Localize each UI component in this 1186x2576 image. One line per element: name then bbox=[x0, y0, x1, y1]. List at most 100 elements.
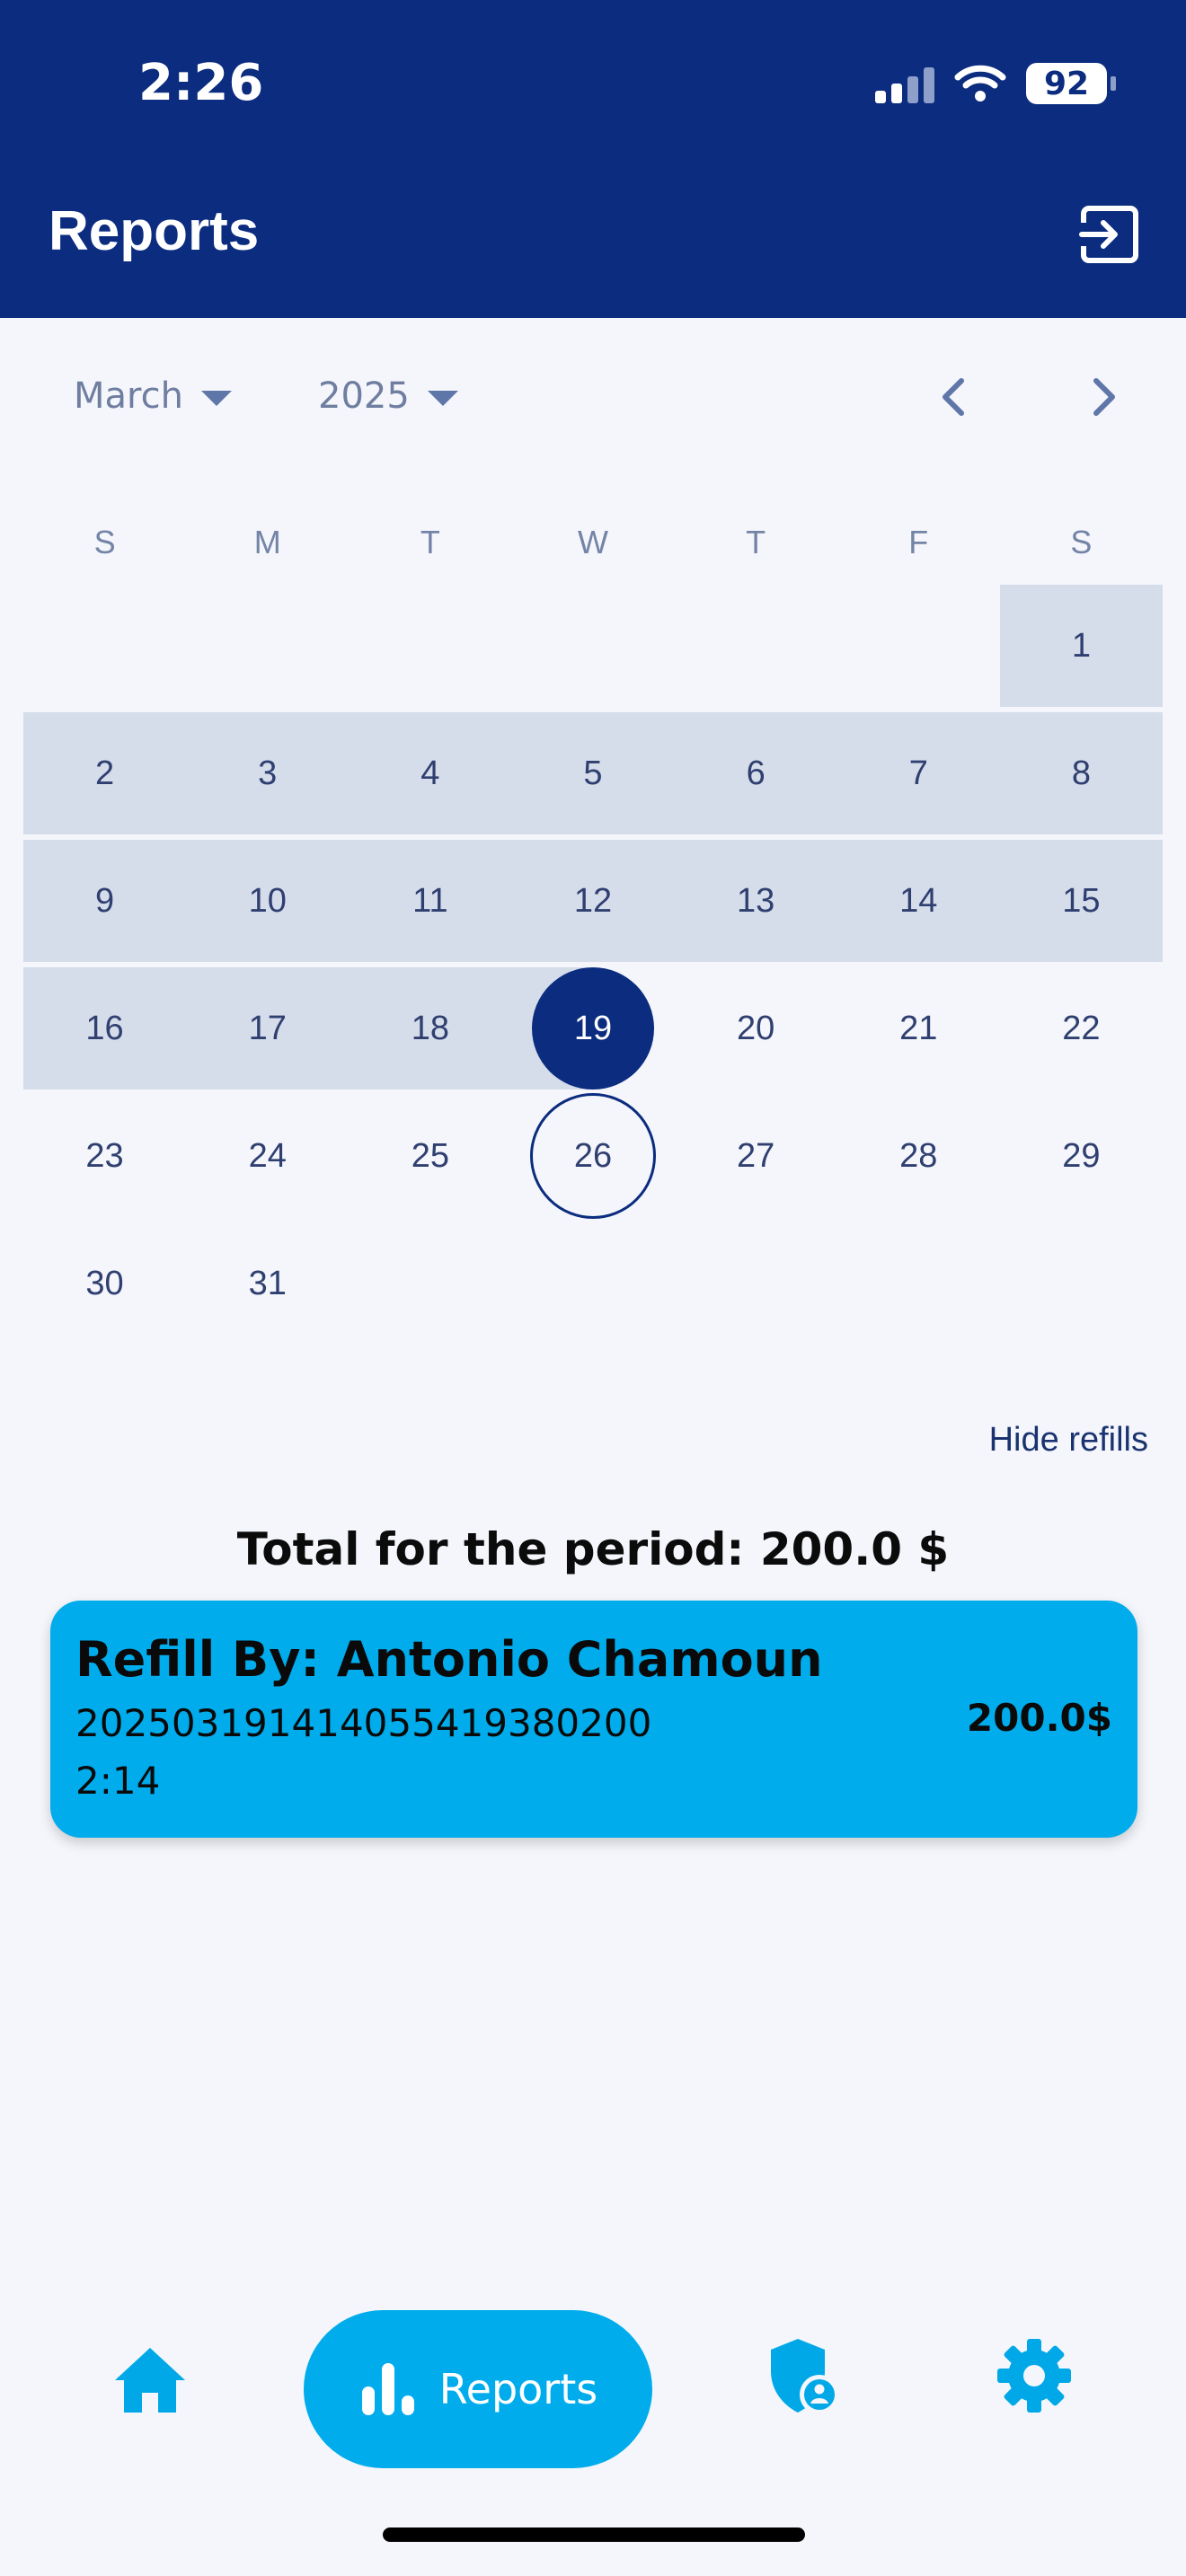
previous-month-button[interactable] bbox=[927, 368, 981, 426]
calendar-day-number: 4 bbox=[420, 754, 440, 792]
calendar-day[interactable]: 2 bbox=[23, 712, 187, 834]
calendar-day-number: 7 bbox=[908, 754, 928, 792]
calendar-day-number: 22 bbox=[1062, 1009, 1101, 1047]
weekday-label: S bbox=[1070, 524, 1093, 560]
calendar-day[interactable]: 28 bbox=[837, 1095, 1000, 1217]
caret-down-icon bbox=[427, 390, 458, 406]
calendar-day[interactable]: 16 bbox=[23, 967, 187, 1090]
calendar-day-number: 1 bbox=[1071, 626, 1091, 665]
calendar-day-number: 28 bbox=[899, 1136, 938, 1175]
weekday-label: M bbox=[253, 524, 281, 560]
reports-screen: 2:26 92 Reports March 2025 S M T W T F S… bbox=[0, 0, 1186, 2576]
calendar-day[interactable]: 5 bbox=[511, 712, 675, 834]
battery-icon: 92 bbox=[1026, 63, 1116, 104]
calendar-day-selected[interactable]: 19 bbox=[511, 967, 675, 1090]
bar-chart-icon bbox=[361, 2363, 414, 2415]
weekday-label: W bbox=[578, 524, 608, 560]
calendar-empty-cell bbox=[837, 1222, 1000, 1345]
calendar-day[interactable]: 11 bbox=[349, 840, 512, 962]
calendar-day[interactable]: 23 bbox=[23, 1095, 186, 1217]
weekday-label: T bbox=[420, 524, 440, 560]
calendar-day[interactable]: 27 bbox=[675, 1095, 837, 1217]
calendar-day[interactable]: 30 bbox=[23, 1222, 186, 1345]
calendar-day-number: 11 bbox=[412, 881, 448, 920]
home-icon[interactable] bbox=[111, 2344, 189, 2416]
calendar-empty-cell bbox=[349, 585, 511, 707]
refill-title: Refill By: Antonio Chamoun bbox=[75, 1631, 823, 1688]
calendar-day[interactable]: 29 bbox=[1000, 1095, 1163, 1217]
calendar-day-number: 25 bbox=[411, 1136, 449, 1175]
calendar-empty-cell bbox=[23, 585, 186, 707]
calendar-day-number: 13 bbox=[736, 881, 775, 920]
calendar-week-row: 16 17 18 19 20 21 22 bbox=[23, 965, 1163, 1092]
calendar-day[interactable]: 24 bbox=[186, 1095, 349, 1217]
calendar-empty-cell bbox=[511, 585, 674, 707]
calendar-day-number: 21 bbox=[899, 1009, 938, 1047]
weekday-label: F bbox=[908, 524, 929, 560]
calendar-day[interactable]: 9 bbox=[23, 840, 187, 962]
calendar-day-number: 24 bbox=[248, 1136, 287, 1175]
calendar-week-row: 9 10 11 12 13 14 15 bbox=[23, 837, 1163, 965]
calendar-day-number: 26 bbox=[573, 1136, 613, 1175]
calendar-day[interactable]: 10 bbox=[186, 840, 350, 962]
home-indicator bbox=[383, 2527, 805, 2542]
calendar-day-number: 31 bbox=[248, 1264, 287, 1302]
wifi-icon bbox=[954, 65, 1006, 101]
calendar-day-number: 6 bbox=[746, 754, 766, 792]
calendar-week-row: 2 3 4 5 6 7 8 bbox=[23, 710, 1163, 837]
calendar-empty-cell bbox=[186, 585, 349, 707]
status-time: 2:26 bbox=[138, 54, 264, 112]
calendar-day[interactable]: 15 bbox=[999, 840, 1163, 962]
calendar-day-today[interactable]: 26 bbox=[511, 1095, 674, 1217]
calendar-day-number: 2 bbox=[95, 754, 115, 792]
shield-user-icon[interactable] bbox=[767, 2335, 841, 2416]
calendar-day-number: 23 bbox=[85, 1136, 124, 1175]
calendar-day-number: 15 bbox=[1062, 881, 1101, 920]
calendar-day-number: 10 bbox=[248, 881, 287, 920]
calendar-day[interactable]: 8 bbox=[999, 712, 1163, 834]
refill-card[interactable]: Refill By: Antonio Chamoun 2025031914140… bbox=[50, 1601, 1137, 1838]
calendar-day[interactable]: 7 bbox=[836, 712, 1000, 834]
calendar-day[interactable]: 6 bbox=[674, 712, 837, 834]
calendar-day-number: 16 bbox=[85, 1009, 124, 1047]
calendar-week-row: 30 31 bbox=[23, 1220, 1163, 1347]
calendar-day[interactable]: 20 bbox=[675, 967, 837, 1090]
calendar-day[interactable]: 1 bbox=[999, 585, 1163, 707]
next-month-button[interactable] bbox=[1076, 368, 1130, 426]
cellular-signal-icon bbox=[875, 64, 934, 103]
nav-reports-tab[interactable]: Reports bbox=[304, 2310, 652, 2468]
year-dropdown[interactable]: 2025 bbox=[318, 375, 458, 417]
calendar-day[interactable]: 31 bbox=[186, 1222, 349, 1345]
weekday-label: T bbox=[746, 524, 766, 560]
hide-refills-button[interactable]: Hide refills bbox=[989, 1421, 1148, 1460]
calendar-day[interactable]: 3 bbox=[186, 712, 350, 834]
calendar-day-number: 30 bbox=[85, 1264, 124, 1302]
calendar-day-number: 29 bbox=[1062, 1136, 1101, 1175]
status-icons: 92 bbox=[875, 63, 1116, 104]
calendar-day-number: 5 bbox=[583, 754, 603, 792]
bottom-navigation: Reports bbox=[0, 2299, 1186, 2479]
calendar-day[interactable]: 18 bbox=[349, 967, 512, 1090]
calendar-empty-cell bbox=[1000, 1222, 1163, 1345]
logout-icon[interactable] bbox=[1078, 203, 1141, 266]
calendar-empty-cell bbox=[349, 1222, 511, 1345]
calendar-week-row: 23 24 25 26 27 28 29 bbox=[23, 1092, 1163, 1220]
calendar-day[interactable]: 17 bbox=[186, 967, 350, 1090]
refill-id: 20250319141405541938020​0 bbox=[75, 1701, 652, 1745]
calendar-day[interactable]: 14 bbox=[836, 840, 1000, 962]
calendar-day[interactable]: 13 bbox=[674, 840, 837, 962]
weekday-label: S bbox=[93, 524, 116, 560]
calendar-day[interactable]: 4 bbox=[349, 712, 512, 834]
calendar-day[interactable]: 12 bbox=[511, 840, 675, 962]
calendar-day[interactable]: 22 bbox=[1000, 967, 1163, 1090]
calendar: SMTWTFS 1 2 3 4 5 6 7 8 9 10 11 12 13 14 15 16 17 18 19 20 2… bbox=[23, 503, 1163, 1347]
period-total: Total for the period: 200.0 $ bbox=[236, 1523, 950, 1575]
gear-icon[interactable] bbox=[996, 2337, 1073, 2414]
month-dropdown[interactable]: March bbox=[74, 375, 232, 417]
calendar-day[interactable]: 25 bbox=[349, 1095, 511, 1217]
calendar-day-number: 19 bbox=[573, 1009, 613, 1047]
calendar-day-number: 14 bbox=[899, 881, 938, 920]
calendar-day-number: 17 bbox=[248, 1009, 287, 1047]
calendar-day[interactable]: 21 bbox=[837, 967, 1000, 1090]
year-label: 2025 bbox=[318, 375, 410, 417]
